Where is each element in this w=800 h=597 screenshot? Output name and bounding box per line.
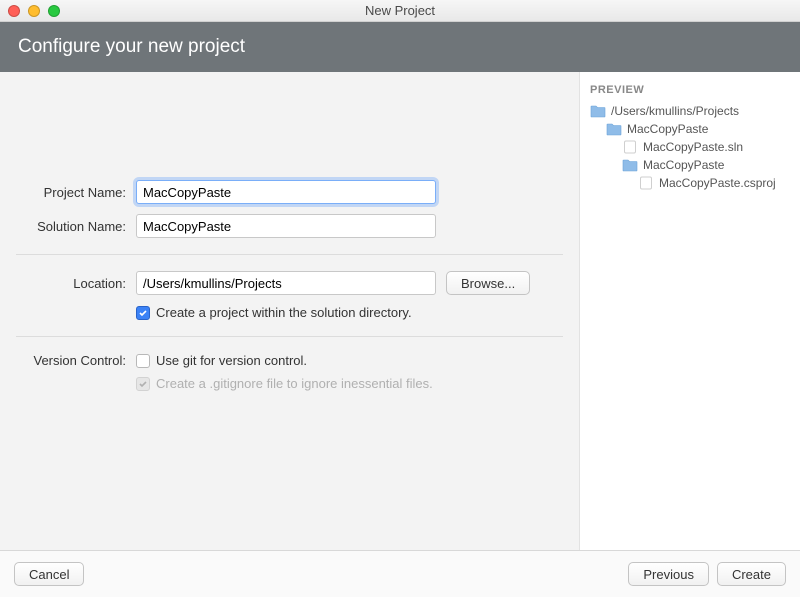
folder-icon — [622, 158, 638, 172]
close-icon[interactable] — [8, 5, 20, 17]
checkbox-gitignore — [136, 377, 150, 391]
tree-label: MacCopyPaste.csproj — [659, 176, 776, 190]
row-project-name: Project Name: — [16, 180, 563, 204]
tree-label: /Users/kmullins/Projects — [611, 104, 739, 118]
row-solution-name: Solution Name: — [16, 214, 563, 238]
previous-button[interactable]: Previous — [628, 562, 709, 586]
row-create-in-solution: Create a project within the solution dir… — [136, 305, 563, 320]
preview-pane: PREVIEW /Users/kmullins/Projects MacCopyP… — [580, 72, 800, 550]
folder-icon — [590, 104, 606, 118]
cancel-button[interactable]: Cancel — [14, 562, 84, 586]
label-version-control: Version Control: — [16, 353, 136, 368]
checkbox-gitignore-label: Create a .gitignore file to ignore iness… — [156, 376, 433, 391]
checkbox-use-git-label: Use git for version control. — [156, 353, 307, 368]
footer: Cancel Previous Create — [0, 550, 800, 597]
checkbox-create-in-solution[interactable] — [136, 306, 150, 320]
divider — [16, 254, 563, 255]
tree-label: MacCopyPaste.sln — [643, 140, 743, 154]
page-title: Configure your new project — [18, 36, 245, 57]
label-solution-name: Solution Name: — [16, 219, 136, 234]
zoom-icon[interactable] — [48, 5, 60, 17]
tree-label: MacCopyPaste — [627, 122, 708, 136]
row-use-git: Use git for version control. — [136, 353, 563, 368]
project-name-input[interactable] — [136, 180, 436, 204]
main-area: Project Name: Solution Name: Location: B… — [0, 72, 800, 550]
row-gitignore: Create a .gitignore file to ignore iness… — [136, 376, 563, 391]
preview-title: PREVIEW — [590, 84, 790, 96]
minimize-icon[interactable] — [28, 5, 40, 17]
tree-label: MacCopyPaste — [643, 158, 724, 172]
label-location: Location: — [16, 276, 136, 291]
row-version-control: Version Control: Use git for version con… — [16, 353, 563, 399]
preview-tree: /Users/kmullins/Projects MacCopyPaste MacC… — [590, 102, 790, 192]
titlebar: New Project — [0, 0, 800, 22]
label-project-name: Project Name: — [16, 185, 136, 200]
folder-icon — [606, 122, 622, 136]
location-input[interactable] — [136, 271, 436, 295]
tree-row: MacCopyPaste — [590, 156, 790, 174]
checkbox-create-in-solution-label: Create a project within the solution dir… — [156, 305, 412, 320]
browse-button[interactable]: Browse... — [446, 271, 530, 295]
page-header: Configure your new project — [0, 22, 800, 72]
window-title: New Project — [365, 3, 435, 18]
checkbox-use-git[interactable] — [136, 354, 150, 368]
tree-row: MacCopyPaste.csproj — [590, 174, 790, 192]
tree-row: /Users/kmullins/Projects — [590, 102, 790, 120]
solution-name-input[interactable] — [136, 214, 436, 238]
window-controls — [8, 5, 60, 17]
file-icon — [622, 140, 638, 154]
tree-row: MacCopyPaste.sln — [590, 138, 790, 156]
tree-row: MacCopyPaste — [590, 120, 790, 138]
divider — [16, 336, 563, 337]
file-icon — [638, 176, 654, 190]
create-button[interactable]: Create — [717, 562, 786, 586]
form-area: Project Name: Solution Name: Location: B… — [0, 72, 580, 550]
row-location: Location: Browse... — [16, 271, 563, 295]
